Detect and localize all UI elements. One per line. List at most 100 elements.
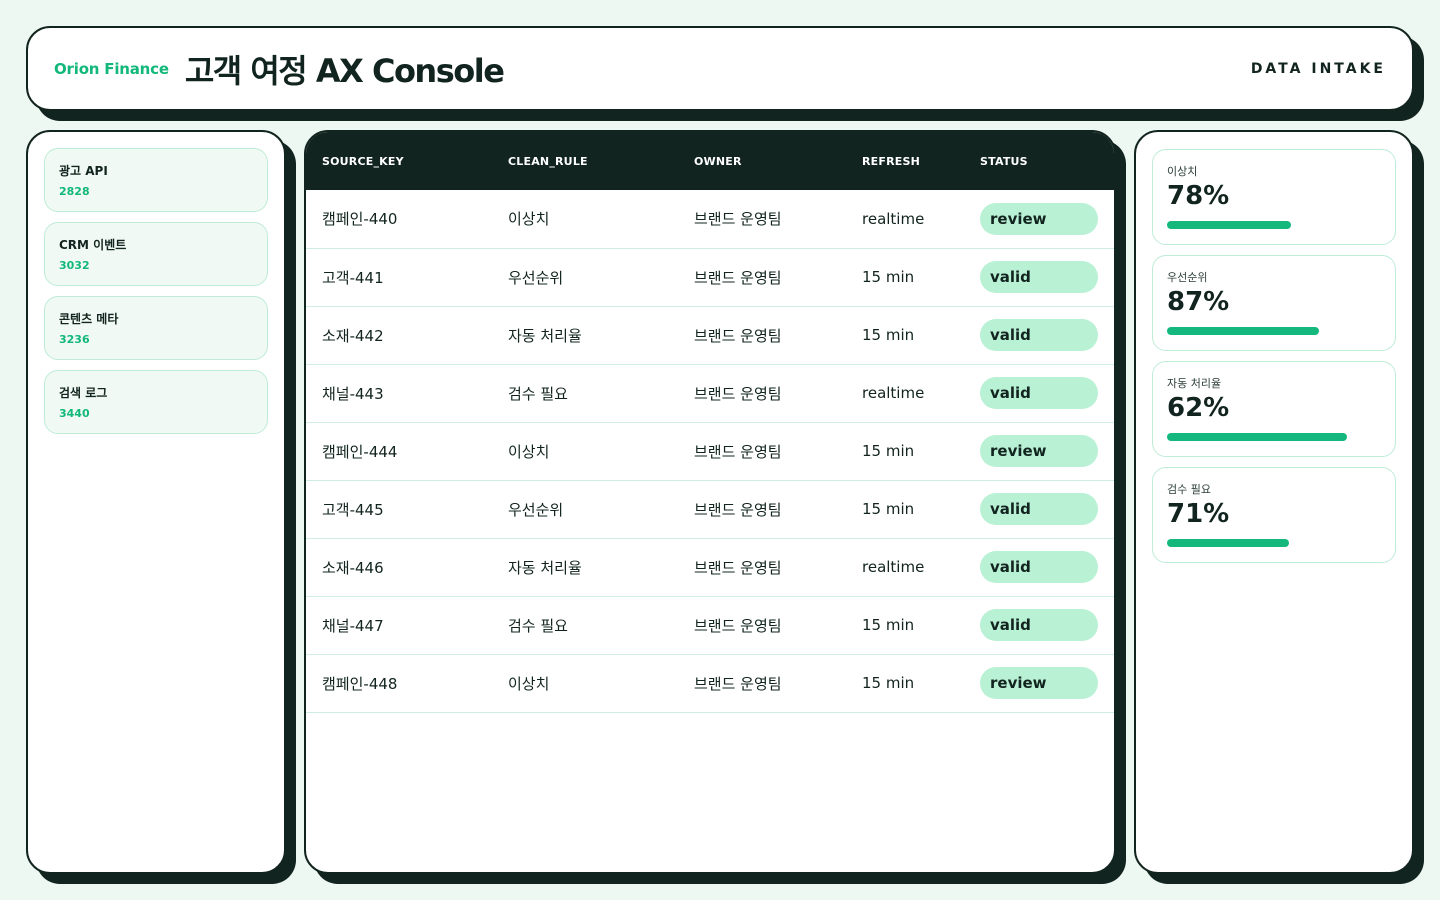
column-header-source-key[interactable]: SOURCE_KEY bbox=[306, 132, 492, 190]
status-badge[interactable]: valid bbox=[980, 377, 1098, 409]
metric-label: 검수 필요 bbox=[1167, 483, 1211, 496]
status-badge[interactable]: valid bbox=[980, 551, 1098, 583]
column-header-owner[interactable]: OWNER bbox=[678, 132, 846, 190]
cell-status: valid bbox=[964, 480, 1114, 538]
cell-source-key: 고객-445 bbox=[322, 500, 384, 519]
metric-progress-bar bbox=[1167, 327, 1367, 335]
cell-owner: 브랜드 운영팀 bbox=[694, 210, 782, 229]
cell-owner: 브랜드 운영팀 bbox=[694, 558, 782, 577]
table-row[interactable]: 캠페인-440 이상치 브랜드 운영팀 realtime review bbox=[306, 190, 1114, 248]
table-row[interactable]: 채널-443 검수 필요 브랜드 운영팀 realtime valid bbox=[306, 364, 1114, 422]
cell-refresh: 15 min bbox=[862, 442, 915, 460]
status-badge[interactable]: valid bbox=[980, 609, 1098, 641]
source-name: 광고 API bbox=[59, 164, 108, 178]
source-count: 2828 bbox=[59, 185, 90, 198]
metric-progress-fill bbox=[1167, 539, 1289, 547]
status-badge[interactable]: valid bbox=[980, 319, 1098, 351]
cell-status: valid bbox=[964, 538, 1114, 596]
column-header-clean-rule[interactable]: CLEAN_RULE bbox=[492, 132, 678, 190]
metric-value: 87% bbox=[1167, 287, 1230, 317]
cell-source-key: 소재-446 bbox=[322, 558, 384, 577]
column-header-status[interactable]: STATUS bbox=[964, 132, 1114, 190]
cell-refresh: realtime bbox=[862, 558, 925, 576]
cell-status: valid bbox=[964, 364, 1114, 422]
cell-source-key: 캠페인-444 bbox=[322, 442, 398, 461]
table-row[interactable]: 캠페인-448 이상치 브랜드 운영팀 15 min review bbox=[306, 654, 1114, 712]
cell-refresh: 15 min bbox=[862, 500, 915, 518]
source-card-ad-api[interactable]: 광고 API 2828 bbox=[44, 148, 268, 212]
metric-progress-bar bbox=[1167, 433, 1367, 441]
table-row[interactable]: 채널-447 검수 필요 브랜드 운영팀 15 min valid bbox=[306, 596, 1114, 654]
column-header-refresh[interactable]: REFRESH bbox=[846, 132, 964, 190]
metric-progress-fill bbox=[1167, 221, 1291, 229]
cell-status: valid bbox=[964, 248, 1114, 306]
source-card-content-meta[interactable]: 콘텐츠 메타 3236 bbox=[44, 296, 268, 360]
cell-clean-rule: 우선순위 bbox=[508, 500, 564, 519]
cell-clean-rule: 이상치 bbox=[508, 674, 550, 693]
table-row[interactable]: 캠페인-444 이상치 브랜드 운영팀 15 min review bbox=[306, 422, 1114, 480]
cell-clean-rule: 이상치 bbox=[508, 210, 550, 229]
status-badge[interactable]: valid bbox=[980, 261, 1098, 293]
cell-owner: 브랜드 운영팀 bbox=[694, 326, 782, 345]
source-count: 3440 bbox=[59, 407, 90, 420]
page-title: 고객 여정 AX Console bbox=[184, 51, 505, 90]
metric-progress-bar bbox=[1167, 539, 1367, 547]
table-row[interactable]: 소재-442 자동 처리율 브랜드 운영팀 15 min valid bbox=[306, 306, 1114, 364]
cell-source-key: 소재-442 bbox=[322, 326, 384, 345]
intake-table: SOURCE_KEY CLEAN_RULE OWNER REFRESH STAT… bbox=[306, 132, 1114, 713]
intake-table-panel: SOURCE_KEY CLEAN_RULE OWNER REFRESH STAT… bbox=[304, 130, 1116, 874]
cell-owner: 브랜드 운영팀 bbox=[694, 268, 782, 287]
table-row[interactable]: 소재-446 자동 처리율 브랜드 운영팀 realtime valid bbox=[306, 538, 1114, 596]
status-badge[interactable]: review bbox=[980, 202, 1098, 235]
cell-source-key: 채널-443 bbox=[322, 384, 384, 403]
cell-status: valid bbox=[964, 596, 1114, 654]
source-card-crm-events[interactable]: CRM 이벤트 3032 bbox=[44, 222, 268, 286]
cell-clean-rule: 검수 필요 bbox=[508, 384, 568, 403]
table-row[interactable]: 고객-441 우선순위 브랜드 운영팀 15 min valid bbox=[306, 248, 1114, 306]
source-name: 콘텐츠 메타 bbox=[59, 312, 119, 326]
source-sidebar: 광고 API 2828 CRM 이벤트 3032 콘텐츠 메타 3236 검색 … bbox=[26, 130, 286, 874]
cell-owner: 브랜드 운영팀 bbox=[694, 616, 782, 635]
cell-refresh: realtime bbox=[862, 384, 925, 402]
cell-refresh: 15 min bbox=[862, 268, 915, 286]
cell-clean-rule: 자동 처리율 bbox=[508, 326, 582, 345]
metric-card-review-needed: 검수 필요 71% bbox=[1152, 467, 1396, 563]
source-name: CRM 이벤트 bbox=[59, 238, 127, 252]
metric-label: 이상치 bbox=[1167, 165, 1198, 178]
cell-refresh: realtime bbox=[862, 209, 925, 228]
metric-card-outlier: 이상치 78% bbox=[1152, 149, 1396, 245]
metric-label: 자동 처리율 bbox=[1167, 377, 1222, 390]
cell-clean-rule: 이상치 bbox=[508, 442, 550, 461]
cell-source-key: 캠페인-440 bbox=[322, 210, 398, 229]
cell-status: review bbox=[964, 422, 1114, 480]
cell-source-key: 채널-447 bbox=[322, 616, 384, 635]
cell-owner: 브랜드 운영팀 bbox=[694, 674, 782, 693]
status-badge[interactable]: review bbox=[980, 435, 1098, 467]
cell-status: review bbox=[964, 190, 1114, 248]
source-card-search-log[interactable]: 검색 로그 3440 bbox=[44, 370, 268, 434]
metric-label: 우선순위 bbox=[1167, 271, 1208, 284]
table-row[interactable]: 고객-445 우선순위 브랜드 운영팀 15 min valid bbox=[306, 480, 1114, 538]
cell-source-key: 고객-441 bbox=[322, 268, 384, 287]
cell-clean-rule: 검수 필요 bbox=[508, 616, 568, 635]
cell-owner: 브랜드 운영팀 bbox=[694, 500, 782, 519]
cell-source-key: 캠페인-448 bbox=[322, 674, 398, 693]
section-tag: DATA INTAKE bbox=[1250, 60, 1386, 77]
cell-owner: 브랜드 운영팀 bbox=[694, 384, 782, 403]
metric-value: 71% bbox=[1167, 499, 1230, 529]
cell-refresh: 15 min bbox=[862, 326, 915, 344]
table-header-row: SOURCE_KEY CLEAN_RULE OWNER REFRESH STAT… bbox=[306, 132, 1114, 190]
cell-status: valid bbox=[964, 306, 1114, 364]
metric-value: 78% bbox=[1167, 181, 1230, 211]
metric-value: 62% bbox=[1167, 393, 1230, 423]
metric-progress-fill bbox=[1167, 327, 1319, 335]
source-name: 검색 로그 bbox=[59, 386, 108, 400]
source-count: 3032 bbox=[59, 259, 90, 272]
cell-clean-rule: 우선순위 bbox=[508, 268, 564, 287]
status-badge[interactable]: review bbox=[980, 667, 1098, 699]
metric-card-priority: 우선순위 87% bbox=[1152, 255, 1396, 351]
metrics-panel: 이상치 78% 우선순위 87% 자동 처리율 62% 검수 필요 71% bbox=[1134, 130, 1414, 874]
brand-name: Orion Finance bbox=[54, 59, 169, 78]
status-badge[interactable]: valid bbox=[980, 493, 1098, 525]
metric-progress-fill bbox=[1167, 433, 1347, 441]
